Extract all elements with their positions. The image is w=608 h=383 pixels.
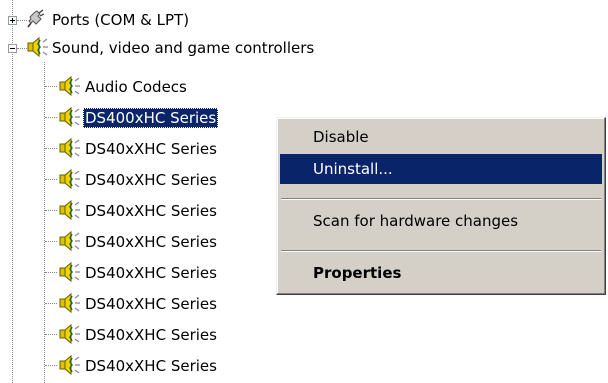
menu-item-disable[interactable]: Disable [280, 122, 602, 152]
tree-node-label: Audio Codecs [85, 78, 187, 96]
tree-node-device[interactable]: DS40xXHC Series [0, 323, 300, 347]
menu-item-uninstall[interactable]: Uninstall... [280, 154, 602, 184]
port-connector-icon [27, 9, 45, 28]
menu-item-label: Uninstall... [313, 160, 393, 178]
menu-item-properties[interactable]: Properties [280, 258, 602, 288]
tree-node-label: DS40xXHC Series [85, 357, 217, 375]
tree-line [45, 241, 57, 242]
tree-node-label: Ports (COM & LPT) [52, 11, 190, 29]
speaker-icon [59, 75, 80, 97]
expand-icon[interactable] [8, 16, 17, 25]
menu-separator [281, 250, 601, 252]
tree-line [45, 303, 57, 304]
tree-line [45, 272, 57, 273]
speaker-icon [59, 230, 80, 252]
speaker-icon [59, 292, 80, 314]
tree-node-label: DS40xXHC Series [85, 171, 217, 189]
menu-item-label: Scan for hardware changes [313, 212, 519, 230]
tree-node-device[interactable]: DS40xXHC Series [0, 199, 300, 223]
tree-line [45, 117, 57, 118]
speaker-icon [59, 168, 80, 190]
menu-item-label: Properties [313, 264, 402, 282]
speaker-icon [27, 36, 48, 58]
tree-line [17, 20, 27, 21]
tree-node-label: Sound, video and game controllers [52, 39, 315, 57]
tree-line [45, 179, 57, 180]
context-menu: Disable Uninstall... Scan for hardware c… [276, 117, 606, 295]
tree-node-device[interactable]: DS40xXHC Series [0, 137, 300, 161]
tree-node-selected-device[interactable]: DS400xHC Series [0, 106, 300, 130]
tree-node-label: DS40xXHC Series [85, 264, 217, 282]
tree-node-label: DS400xHC Series [83, 108, 219, 128]
speaker-icon [59, 261, 80, 283]
tree-node-ports[interactable]: Ports (COM & LPT) [0, 8, 300, 32]
tree-node-label: DS40xXHC Series [85, 326, 217, 344]
tree-node-sound-video-game[interactable]: Sound, video and game controllers [0, 36, 420, 60]
speaker-icon [59, 199, 80, 221]
tree-node-device[interactable]: DS40xXHC Series [0, 354, 300, 378]
tree-node-device[interactable]: DS40xXHC Series [0, 292, 300, 316]
tree-node-audio-codecs[interactable]: Audio Codecs [0, 75, 300, 99]
menu-separator [281, 198, 601, 200]
tree-node-label: DS40xXHC Series [85, 233, 217, 251]
tree-line [45, 210, 57, 211]
menu-item-label: Disable [313, 128, 369, 146]
speaker-icon [59, 354, 80, 376]
speaker-icon [59, 323, 80, 345]
tree-node-device[interactable]: DS40xXHC Series [0, 230, 300, 254]
tree-node-label: DS40xXHC Series [85, 202, 217, 220]
tree-node-label: DS40xXHC Series [85, 295, 217, 313]
tree-node-label: DS40xXHC Series [85, 140, 217, 158]
tree-line [45, 148, 57, 149]
speaker-icon [59, 106, 80, 128]
speaker-icon [59, 137, 80, 159]
tree-line [45, 365, 57, 366]
menu-item-scan-hardware[interactable]: Scan for hardware changes [280, 206, 602, 236]
tree-line [45, 86, 57, 87]
collapse-icon[interactable] [8, 44, 17, 53]
tree-node-device[interactable]: DS40xXHC Series [0, 168, 300, 192]
tree-node-device[interactable]: DS40xXHC Series [0, 261, 300, 285]
tree-line [45, 334, 57, 335]
